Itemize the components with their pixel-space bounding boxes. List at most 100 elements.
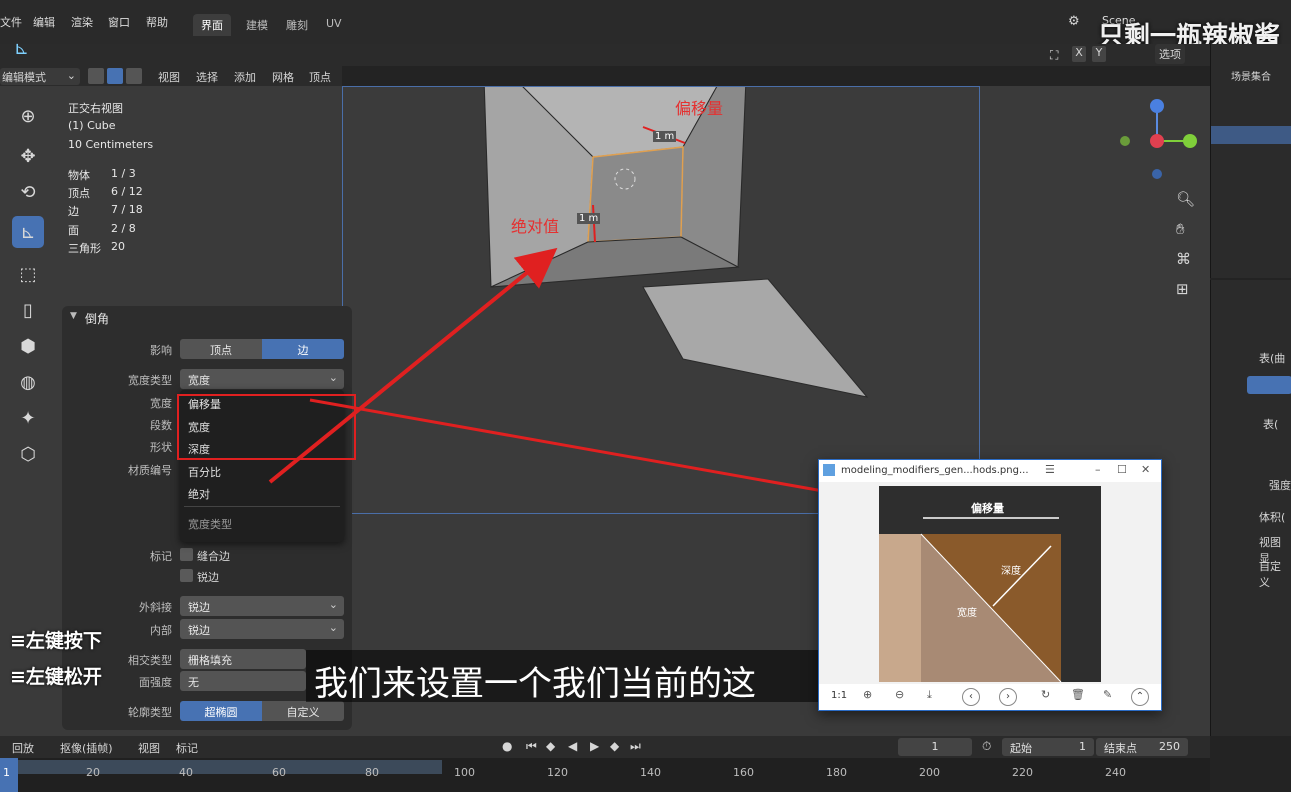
menu-select[interactable]: 选择 [196,69,218,85]
extrude-tool-icon[interactable]: ⬚ [12,258,44,290]
stat-vertices-label: 顶点 [68,187,90,200]
menu-playback[interactable]: 回放 [12,740,34,756]
dropdown-footer: 宽度类型 [188,518,232,531]
bevel-tool-icon[interactable]: ⬢ [12,330,44,362]
prop-selected-row[interactable] [1247,376,1291,394]
menu-add[interactable]: 添加 [234,69,256,85]
mark-sharp-checkbox[interactable] [180,569,193,582]
inset-tool-icon[interactable]: ▯ [12,294,44,326]
rotate-tool-icon[interactable]: ⟲ [12,176,44,208]
face-select-mode[interactable] [126,68,142,84]
minimize-icon[interactable]: – [1095,463,1101,476]
tab-uv[interactable]: UV [318,14,350,36]
record-icon[interactable]: ● [502,739,512,753]
tab-layout[interactable]: 界面 [193,14,231,36]
y-mirror-toggle[interactable]: Y [1092,46,1106,62]
close-icon[interactable]: ✕ [1141,463,1150,476]
chevron-down-icon: ⌄ [328,371,338,384]
menu-edit[interactable]: 编辑 [33,14,55,30]
zoom-icon[interactable]: 🔍︎ [1176,190,1195,208]
tab-sculpting[interactable]: 雕刻 [278,14,316,36]
vertex-select-mode[interactable] [88,68,104,84]
menu-marker[interactable]: 标记 [176,740,198,756]
loop-cut-tool-icon[interactable]: ◍ [12,366,44,398]
play-icon[interactable]: ▶ [590,739,599,753]
menu-timeline-view[interactable]: 视图 [138,740,160,756]
mode-select[interactable]: 编辑模式 ⌄ [0,68,80,85]
fit-icon[interactable]: ⤓ [927,688,932,702]
next-keyframe-icon[interactable]: ◆ [610,739,619,753]
viewport-region[interactable]: 偏移量 绝对值 1 m 1 m [342,86,980,514]
properties-panel[interactable]: 表(曲 表( 强度 体积( 视图显 自定义 [1210,280,1291,736]
knife-tool-icon[interactable]: ✦ [12,402,44,434]
measure-tool-icon: ⊾ [14,38,30,59]
frame-marker[interactable]: 1 [0,758,18,792]
tab-modeling[interactable]: 建模 [238,14,276,36]
gizmo-icon[interactable]: ⛶ [1050,48,1058,63]
menu-window[interactable]: 窗口 [108,14,130,30]
dropdown-item-percent[interactable]: 百分比 [188,464,221,480]
next-icon[interactable]: › [999,688,1017,706]
profile-custom-button[interactable]: 自定义 [262,701,344,721]
zoom-1to1-button[interactable]: 1:1 [831,690,847,701]
maximize-icon[interactable]: ☐ [1117,463,1127,476]
timeline-track[interactable]: 1 20 40 60 80 100 120 140 160 180 200 22… [0,758,1210,792]
dropdown-item-absolute[interactable]: 绝对 [188,486,210,502]
edge-select-mode[interactable] [107,68,123,84]
intersection-select[interactable]: 栅格填充 [180,649,306,669]
measure-tool-active-icon[interactable]: ⊾ [12,216,44,248]
options-button[interactable]: 选项 [1155,44,1185,64]
pan-hand-icon[interactable]: ✋︎ [1176,220,1185,238]
menu-icon[interactable]: ☰ [1045,463,1055,476]
move-tool-icon[interactable]: ✥ [12,140,44,172]
jump-end-icon[interactable]: ⏭ [630,739,641,754]
width-type-select[interactable]: 宽度 ⌄ [180,369,344,389]
edit-icon[interactable]: ✎ [1103,688,1112,701]
x-mirror-toggle[interactable]: X [1072,46,1086,62]
profile-superellipse-button[interactable]: 超椭圆 [180,701,262,721]
tick-160: 160 [733,766,754,779]
viewer-titlebar: modeling_modifiers_gen...hods.png... ☰ –… [819,460,1161,482]
tick-40: 40 [179,766,193,779]
inner-miter-select[interactable]: 锐边 ⌄ [180,619,344,639]
collapse-chevron-icon[interactable]: ▼ [70,311,77,321]
shear-tool-icon[interactable]: ⬡ [12,438,44,470]
mark-seam-checkbox[interactable] [180,548,193,561]
grid-icon[interactable]: ⊞ [1176,280,1189,298]
stat-objects-label: 物体 [68,169,90,182]
previous-icon[interactable]: ‹ [962,688,980,706]
more-icon[interactable]: ⌃ [1131,688,1149,706]
outer-miter-select[interactable]: 锐边 ⌄ [180,596,344,616]
menu-view[interactable]: 视图 [158,69,180,85]
mark-seam-label: 缝合边 [197,550,230,563]
menu-help[interactable]: 帮助 [146,14,168,30]
tick-60: 60 [272,766,286,779]
camera-icon[interactable]: ⌘ [1176,250,1191,268]
jump-start-icon[interactable]: ⏮ [526,739,537,754]
menu-keying[interactable]: 抠像(插帧) [60,740,113,756]
menu-mesh[interactable]: 网格 [272,69,294,85]
navigation-gizmo[interactable] [1115,96,1205,186]
current-frame-field[interactable]: 1 [898,738,972,756]
profile-type-toggle: 超椭圆 自定义 [180,701,344,721]
menu-vertex[interactable]: 顶点 [309,69,331,85]
image-viewer-window[interactable]: modeling_modifiers_gen...hods.png... ☰ –… [818,459,1162,711]
rotate-icon[interactable]: ↻ [1041,688,1050,701]
face-strength-select[interactable]: 无 [180,671,306,691]
menu-render[interactable]: 渲染 [71,14,93,30]
selected-outliner-row[interactable] [1211,126,1291,144]
zoom-out-icon[interactable]: ⊖ [895,688,904,701]
play-reverse-icon[interactable]: ◀ [568,739,577,753]
outliner-panel[interactable]: 场景集合 [1210,44,1291,278]
cursor-tool-icon[interactable]: ⊕ [12,100,44,132]
stat-faces-label: 面 [68,224,79,237]
delete-icon[interactable]: 🗑︎ [1071,688,1085,701]
zoom-in-icon[interactable]: ⊕ [863,688,872,701]
affect-vertex-button[interactable]: 顶点 [180,339,262,359]
prev-keyframe-icon[interactable]: ◆ [546,739,555,753]
affect-edge-button[interactable]: 边 [262,339,344,359]
scene-icon[interactable]: ⚙ [1068,14,1080,29]
menu-file[interactable]: 文件 [0,14,22,30]
end-frame-field[interactable]: 结束点 250 [1096,738,1188,756]
start-frame-field[interactable]: 起始 1 [1002,738,1094,756]
